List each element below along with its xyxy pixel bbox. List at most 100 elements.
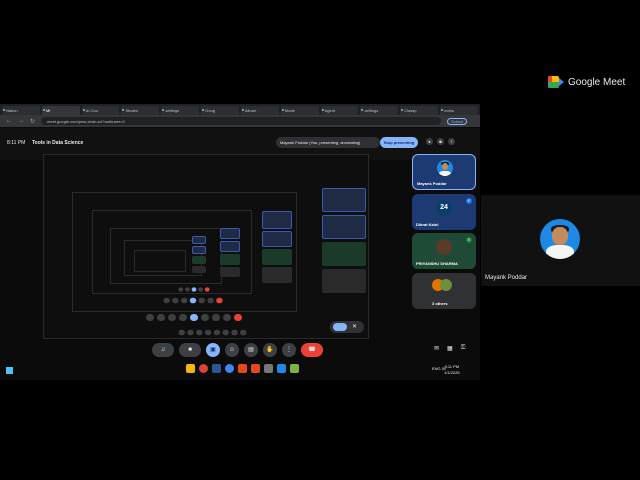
participant-tile[interactable]: 24 E Dibrat Kaini xyxy=(412,194,476,230)
meeting-title: Tools in Data Science xyxy=(32,140,84,146)
browser-tab[interactable]: Mi xyxy=(41,106,80,115)
browser-tab[interactable]: mdns xyxy=(440,106,478,115)
participant-badge: E xyxy=(466,237,472,243)
address-bar: ← → ↻ meet.google.com/pnw-xbdz-xct?authu… xyxy=(0,115,480,127)
brand-name: Google Meet xyxy=(568,76,626,88)
camera-button[interactable]: ■ xyxy=(179,343,201,357)
browser-tab[interactable]: Mode xyxy=(280,106,319,115)
participant-name: 3 others xyxy=(432,301,448,306)
pen-icon[interactable] xyxy=(333,323,347,331)
nested-tile xyxy=(220,254,240,265)
annotation-toolbar[interactable]: ✕ xyxy=(330,321,364,333)
activities-icon[interactable]: ▦ xyxy=(447,345,453,352)
present-button[interactable]: ▣ xyxy=(206,343,220,357)
taskbar-apps xyxy=(186,364,299,373)
browser-tab[interactable]: Classp xyxy=(400,106,439,115)
reload-icon[interactable]: ↻ xyxy=(30,118,35,125)
app-icon[interactable] xyxy=(238,364,247,373)
participant-name: Dibrat Kaini xyxy=(416,222,439,227)
shared-screen: Nation Mi AI Cou Studen settings Goog Al… xyxy=(0,104,480,380)
people-count: 7 xyxy=(448,138,455,145)
participant-tile[interactable]: E PRIYANSHU SHARMA xyxy=(412,233,476,269)
captions-button[interactable]: ▤ xyxy=(244,343,258,357)
header-icons: ● ☻ 7 xyxy=(426,138,455,145)
vscode-icon[interactable] xyxy=(277,364,286,373)
browser-tab[interactable]: Agent xyxy=(320,106,359,115)
app-icon[interactable] xyxy=(225,364,234,373)
presenting-text: Mayank Poddar (You, presenting, annotati… xyxy=(280,140,361,145)
nested-tile xyxy=(322,269,366,293)
app-icon[interactable] xyxy=(212,364,221,373)
nested-tile xyxy=(322,215,366,239)
avatar: 24 xyxy=(436,200,452,216)
browser-tab[interactable]: Nation xyxy=(2,106,40,115)
back-arrow-icon[interactable]: ← xyxy=(6,118,12,124)
host-controls-icon[interactable]: ⚿ xyxy=(461,345,466,352)
browser-tab[interactable]: settings xyxy=(360,106,399,115)
nested-tile xyxy=(220,241,240,252)
nested-controls xyxy=(163,297,223,304)
windows-taskbar: ENG IN 8:11 PM 1/1/2026 xyxy=(0,362,480,380)
browser-tab[interactable]: settings xyxy=(161,106,200,115)
call-controls: ♫ ■ ▣ ☺ ▤ ✋ ⋮ ☎ xyxy=(152,343,323,357)
participant-tile[interactable]: 3 others xyxy=(412,273,476,309)
avatar xyxy=(540,219,580,259)
stop-presenting-button[interactable]: Stop presenting xyxy=(380,137,418,148)
presenting-chip: Mayank Poddar (You, presenting, annotati… xyxy=(276,137,380,148)
nested-tile xyxy=(192,236,206,244)
avatar xyxy=(436,239,452,255)
emoji-button[interactable]: ☺ xyxy=(225,343,239,357)
participant-name: PRIYANSHU SHARMA xyxy=(416,261,458,266)
app-icon[interactable] xyxy=(290,364,299,373)
nested-tile xyxy=(192,266,206,273)
school-profile-chip[interactable]: School xyxy=(447,117,468,125)
nested-tile xyxy=(262,267,292,283)
nested-tile xyxy=(262,231,292,247)
browser-tab[interactable]: Goog xyxy=(201,106,239,115)
people-icon[interactable]: ☻ xyxy=(437,138,444,145)
side-controls: ✉ ▦ ⚿ xyxy=(434,345,465,352)
taskbar-clock[interactable]: 8:11 PM 1/1/2026 xyxy=(444,364,460,376)
mic-button[interactable]: ♫ xyxy=(152,343,174,357)
url-input[interactable]: meet.google.com/pnw-xbdz-xct?authuser=0 xyxy=(41,117,442,125)
browser-tab[interactable]: AI Cou xyxy=(81,106,120,115)
nested-screen-6 xyxy=(134,250,186,272)
self-view-name: Mayank Poddar xyxy=(485,275,528,281)
more-options-button[interactable]: ⋮ xyxy=(282,343,296,357)
leave-call-button[interactable]: ☎ xyxy=(301,343,323,357)
google-meet-logo-icon xyxy=(548,76,564,88)
nested-controls xyxy=(146,314,242,321)
browser-tab[interactable]: Album xyxy=(240,106,279,115)
app-icon[interactable] xyxy=(264,364,273,373)
meeting-time: 8:11 PM xyxy=(7,140,26,146)
windows-start-icon[interactable] xyxy=(6,367,13,374)
file-explorer-icon[interactable] xyxy=(186,364,195,373)
avatar xyxy=(437,160,453,176)
app-icon[interactable] xyxy=(251,364,260,373)
forward-arrow-icon[interactable]: → xyxy=(18,118,24,124)
nested-tile xyxy=(220,228,240,239)
meet-window: Google Meet Nation Mi AI Cou Studen sett… xyxy=(0,0,640,480)
nested-tile xyxy=(322,242,366,266)
nested-tile xyxy=(192,246,206,254)
participant-name: Mayank Poddar xyxy=(417,181,447,186)
chrome-icon[interactable] xyxy=(199,364,208,373)
nested-controls xyxy=(178,287,210,292)
chat-icon[interactable]: ✉ xyxy=(434,345,439,352)
close-annotation-icon[interactable]: ✕ xyxy=(352,323,360,331)
browser-tab[interactable]: Studen xyxy=(121,106,160,115)
self-view-tile[interactable] xyxy=(481,195,640,286)
participant-tile[interactable]: Mayank Poddar xyxy=(412,154,476,190)
nested-tile xyxy=(220,267,240,277)
nested-controls xyxy=(178,329,247,336)
nested-tile xyxy=(192,256,206,264)
record-icon[interactable]: ● xyxy=(426,138,433,145)
browser-tabstrip: Nation Mi AI Cou Studen settings Goog Al… xyxy=(0,104,480,115)
participant-badge: E xyxy=(466,198,472,204)
nested-tile xyxy=(322,188,366,212)
nested-tile xyxy=(262,211,292,229)
clock-date: 1/1/2026 xyxy=(444,370,460,375)
nested-tile xyxy=(262,249,292,265)
raise-hand-button[interactable]: ✋ xyxy=(263,343,277,357)
google-meet-brand: Google Meet xyxy=(548,76,625,88)
